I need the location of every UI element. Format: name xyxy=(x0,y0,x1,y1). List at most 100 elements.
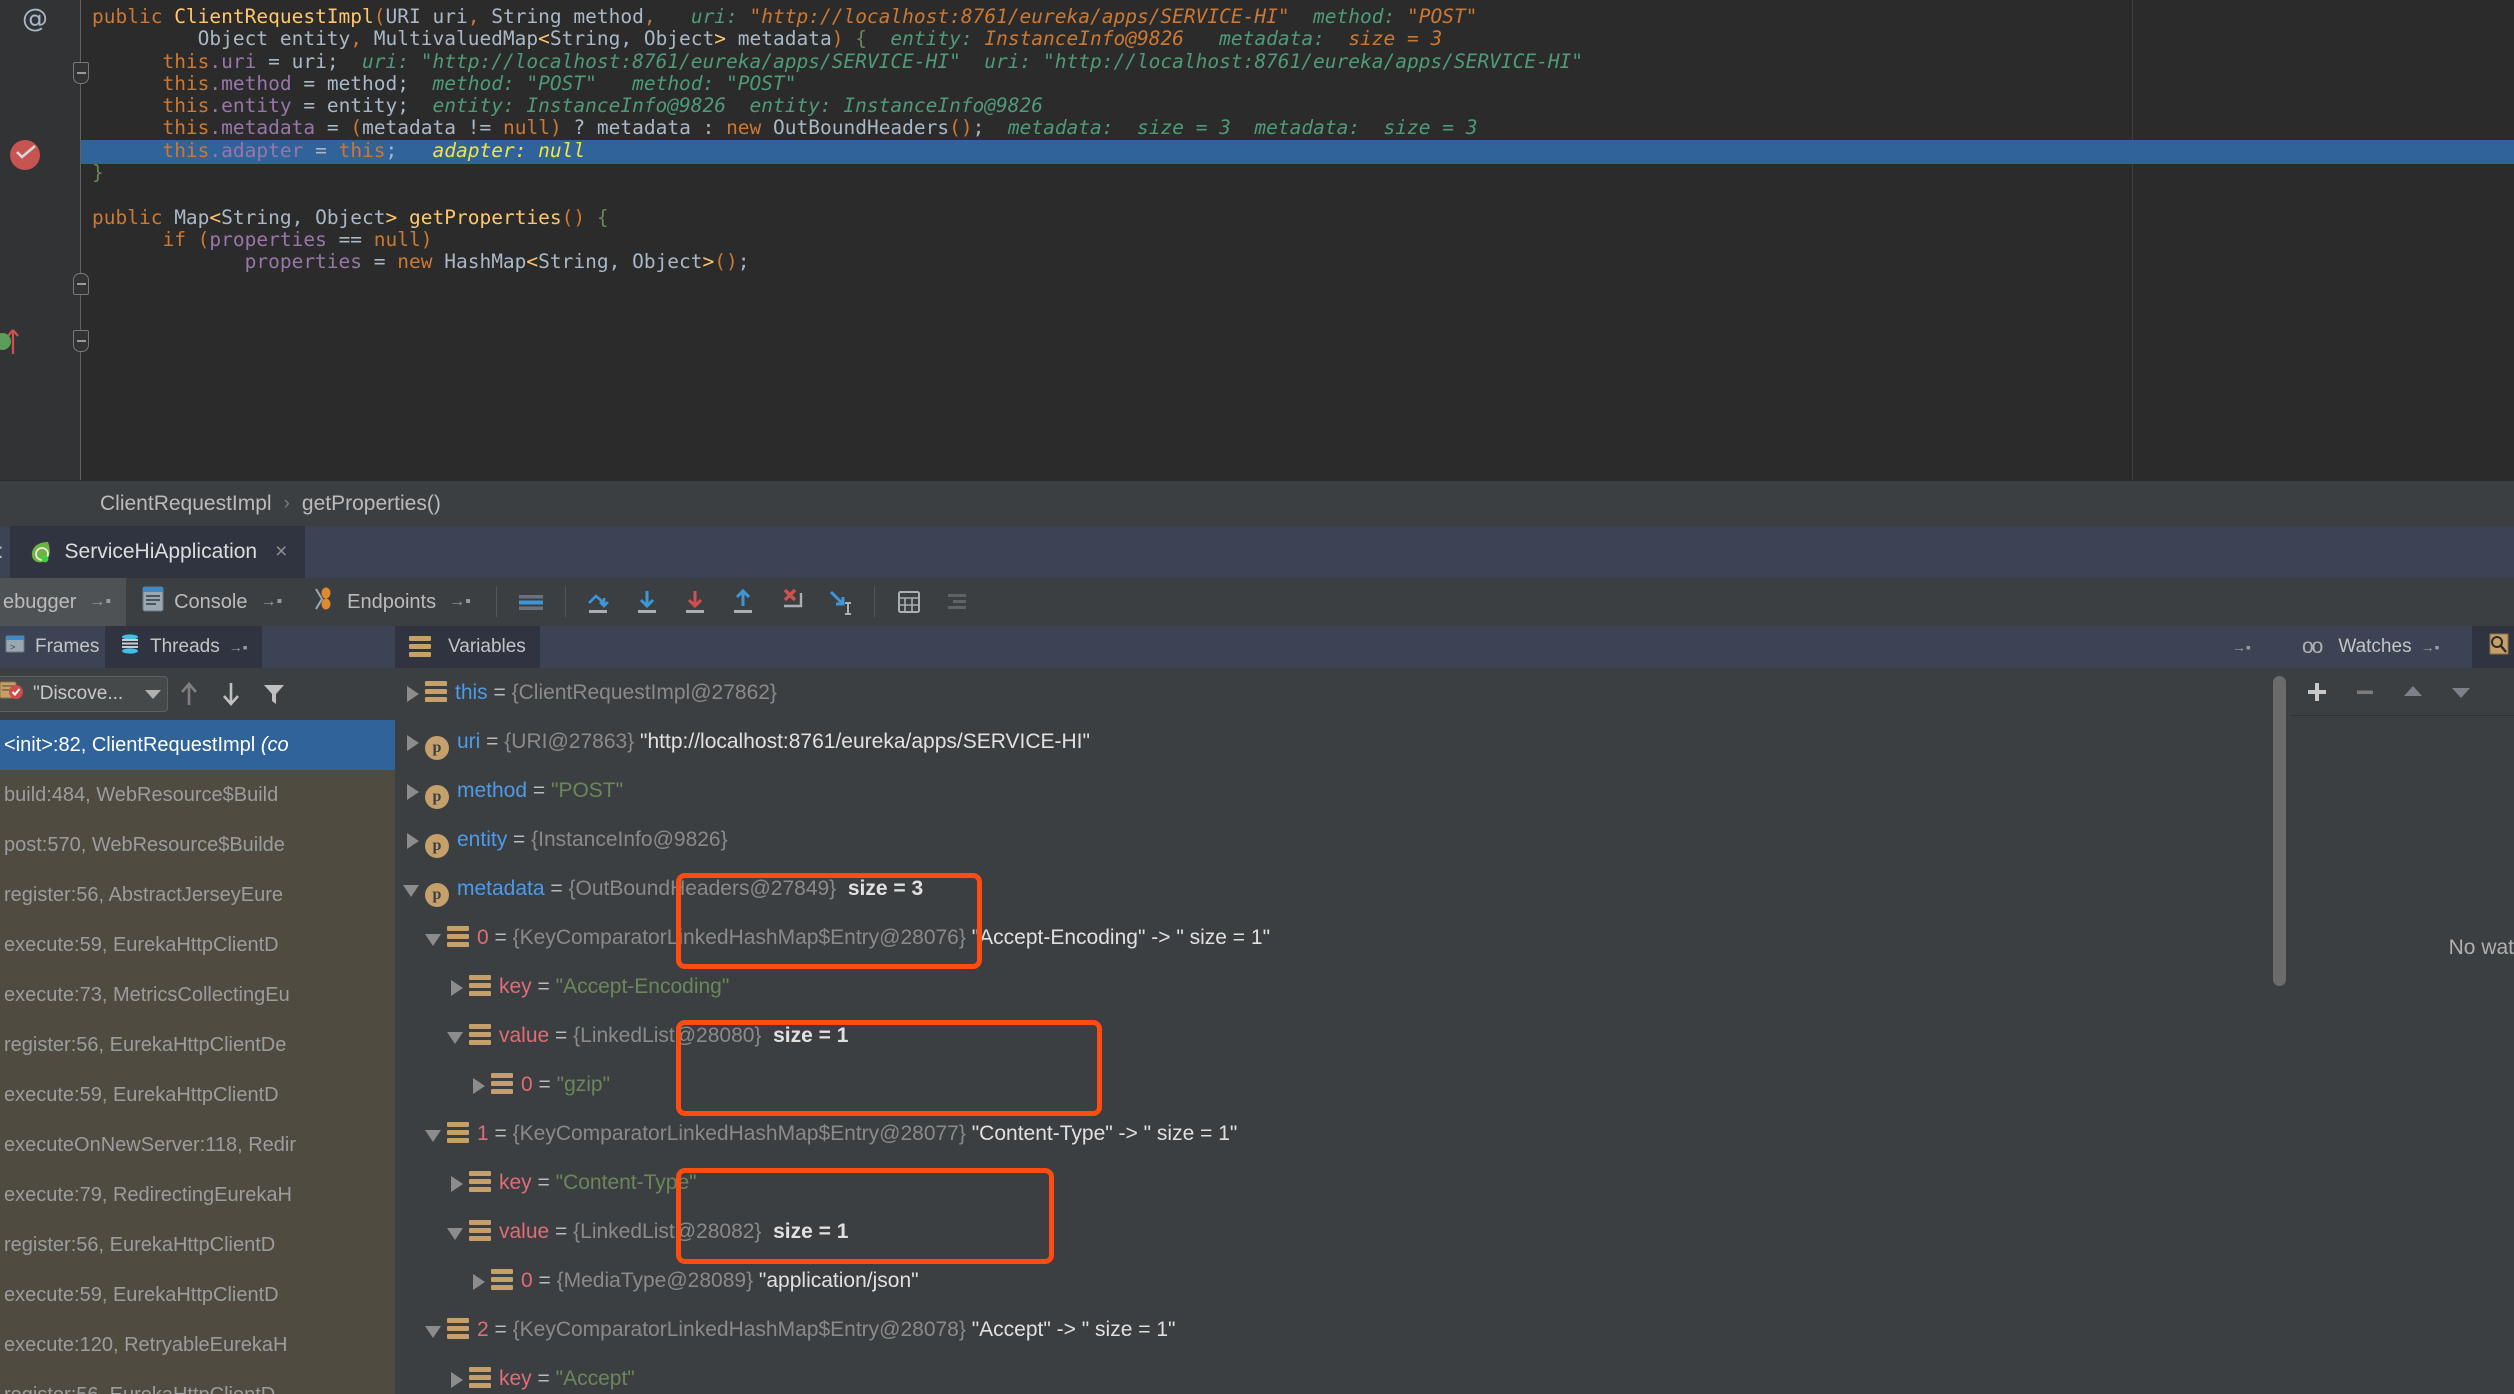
breakpoint-icon[interactable] xyxy=(10,140,40,170)
variable-string-value: "Accept" xyxy=(555,1367,635,1390)
expand-arrow-icon[interactable] xyxy=(469,1256,491,1305)
variables-tree[interactable]: this = {ClientRequestImpl@27862} p uri = {… xyxy=(395,668,2290,1394)
breadcrumb-class[interactable]: ClientRequestImpl xyxy=(100,492,272,516)
variable-row[interactable]: p metadata = {OutBoundHeaders@27849} size… xyxy=(395,864,2290,913)
frame-row[interactable]: execute:79, RedirectingEurekaH xyxy=(0,1170,395,1220)
frame-row[interactable]: execute:59, EurekaHttpClientD xyxy=(0,1270,395,1320)
frame-row[interactable]: execute:120, RetryableEurekaH xyxy=(0,1320,395,1370)
expand-arrow-icon[interactable] xyxy=(447,962,469,1011)
close-icon[interactable]: × xyxy=(275,540,287,564)
override-arrow-icon[interactable] xyxy=(7,327,19,355)
frames-panel[interactable]: "Discove... <init>:82, ClientRequestImpl… xyxy=(0,668,395,1394)
variable-row[interactable]: 2 = {KeyComparatorLinkedHashMap$Entry@28… xyxy=(395,1305,2290,1354)
frame-row[interactable]: execute:59, EurekaHttpClientD xyxy=(0,1070,395,1120)
fold-marker-collapse-3[interactable] xyxy=(73,330,89,352)
tab-endpoints[interactable]: Endpoints →▪ xyxy=(297,578,486,626)
variable-row[interactable]: this = {ClientRequestImpl@27862} xyxy=(395,668,2290,717)
filter-frames-button[interactable] xyxy=(262,681,285,707)
frame-row[interactable]: executeOnNewServer:118, Redir xyxy=(0,1120,395,1170)
run-to-cursor-icon[interactable] xyxy=(823,585,857,619)
frame-row[interactable]: register:56, EurekaHttpClientDe xyxy=(0,1020,395,1070)
move-watch-down-button[interactable] xyxy=(2448,679,2474,705)
code-editor[interactable]: @ public ClientRequestImpl(URI uri, Stri… xyxy=(0,0,2514,480)
variable-row[interactable]: key = "Content-Type" xyxy=(395,1158,2290,1207)
tab-threads[interactable]: Threads →▪ xyxy=(105,626,262,668)
pin-icon[interactable]: →▪ xyxy=(2232,639,2251,655)
tab-console[interactable]: Console →▪ xyxy=(126,578,297,626)
chevron-down-icon[interactable] xyxy=(145,689,162,699)
frame-row[interactable]: execute:73, MetricsCollectingEu xyxy=(0,970,395,1020)
frame-label: execute:59, EurekaHttpClientD xyxy=(4,934,279,956)
expand-arrow-icon[interactable] xyxy=(403,717,425,766)
pin-icon[interactable]: →▪ xyxy=(449,593,471,611)
panel-overflow-pin[interactable]: →▪ xyxy=(2218,626,2265,668)
frame-row[interactable]: register:56, EurekaHttpClientD xyxy=(0,1370,395,1394)
collapse-arrow-icon[interactable] xyxy=(425,1305,447,1354)
inspect-button[interactable] xyxy=(2472,626,2514,668)
tab-debugger[interactable]: ebugger →▪ xyxy=(0,578,127,626)
watches-panel[interactable]: No wat xyxy=(2290,668,2514,1394)
evaluate-expression-icon[interactable] xyxy=(892,585,926,619)
variable-row[interactable]: p uri = {URI@27863} "http://localhost:876… xyxy=(395,717,2290,766)
pin-icon[interactable]: →▪ xyxy=(2421,639,2440,655)
equals-sign: = xyxy=(531,1171,556,1194)
frame-row[interactable]: register:56, AbstractJerseyEure xyxy=(0,870,395,920)
pin-icon[interactable]: →▪ xyxy=(89,593,111,611)
step-out-icon[interactable] xyxy=(727,585,761,619)
expand-arrow-icon[interactable] xyxy=(403,668,425,717)
variable-row[interactable]: 1 = {KeyComparatorLinkedHashMap$Entry@28… xyxy=(395,1109,2290,1158)
variable-row[interactable]: p entity = {InstanceInfo@9826} xyxy=(395,815,2290,864)
force-step-into-icon[interactable] xyxy=(679,585,713,619)
remove-watch-button[interactable] xyxy=(2352,679,2378,705)
frame-row[interactable]: build:484, WebResource$Build xyxy=(0,770,395,820)
fold-marker-collapse-2[interactable] xyxy=(73,273,89,295)
collapse-arrow-icon[interactable] xyxy=(447,1011,469,1060)
editor-gutter[interactable] xyxy=(0,0,80,480)
run-tab-servicehiapplication[interactable]: ServiceHiApplication × xyxy=(9,526,306,578)
next-frame-button[interactable] xyxy=(220,681,242,707)
variable-row[interactable]: 0 = "gzip" xyxy=(395,1060,2290,1109)
expand-arrow-icon[interactable] xyxy=(447,1354,469,1394)
drop-frame-icon[interactable] xyxy=(775,585,809,619)
variable-row[interactable]: value = {LinkedList@28080} size = 1 xyxy=(395,1011,2290,1060)
expand-arrow-icon[interactable] xyxy=(403,815,425,864)
variables-scrollbar[interactable] xyxy=(2273,676,2286,1366)
code-line: this.metadata = (metadata != null) ? met… xyxy=(138,116,1478,140)
frame-row[interactable]: <init>:82, ClientRequestImpl (co xyxy=(0,720,395,770)
tab-variables[interactable]: Variables xyxy=(395,626,540,668)
variable-row[interactable]: value = {LinkedList@28082} size = 1 xyxy=(395,1207,2290,1256)
move-watch-up-button[interactable] xyxy=(2400,679,2426,705)
variable-row[interactable]: p method = "POST" xyxy=(395,766,2290,815)
settings-icon[interactable] xyxy=(940,585,974,619)
fold-marker-collapse-1[interactable] xyxy=(73,62,89,84)
frames-scrollbar[interactable] xyxy=(377,676,390,1386)
variable-row[interactable]: 0 = {MediaType@28089} "application/json" xyxy=(395,1256,2290,1305)
collapse-arrow-icon[interactable] xyxy=(425,1109,447,1158)
pin-icon[interactable]: →▪ xyxy=(260,593,282,611)
frame-row[interactable]: register:56, EurekaHttpClientD xyxy=(0,1220,395,1270)
code-line: public Map<String, Object> getProperties… xyxy=(92,205,609,229)
collapse-arrow-icon[interactable] xyxy=(447,1207,469,1256)
frame-row[interactable]: execute:59, EurekaHttpClientD xyxy=(0,920,395,970)
pin-icon[interactable]: →▪ xyxy=(229,639,248,655)
previous-frame-button[interactable] xyxy=(178,681,200,707)
variable-row[interactable]: key = "Accept-Encoding" xyxy=(395,962,2290,1011)
variable-row[interactable]: key = "Accept" xyxy=(395,1354,2290,1394)
expand-arrow-icon[interactable] xyxy=(403,766,425,815)
code-text[interactable]: public ClientRequestImpl(URI uri, String… xyxy=(92,5,2512,274)
add-watch-button[interactable] xyxy=(2304,679,2330,705)
thread-selector-dropdown[interactable]: "Discove... xyxy=(0,676,169,712)
expand-arrow-icon[interactable] xyxy=(447,1158,469,1207)
frame-row[interactable]: post:570, WebResource$Builde xyxy=(0,820,395,870)
expand-arrow-icon[interactable] xyxy=(469,1060,491,1109)
tab-watches[interactable]: oo Watches →▪ xyxy=(2288,626,2454,668)
step-over-icon[interactable] xyxy=(583,585,617,619)
scrollbar-thumb[interactable] xyxy=(2273,676,2286,986)
variable-row[interactable]: 0 = {KeyComparatorLinkedHashMap$Entry@28… xyxy=(395,913,2290,962)
step-into-icon[interactable] xyxy=(631,585,665,619)
show-execution-point-icon[interactable] xyxy=(514,585,548,619)
collapse-arrow-icon[interactable] xyxy=(425,913,447,962)
breadcrumb-method[interactable]: getProperties() xyxy=(302,492,441,516)
variables-panel[interactable]: this = {ClientRequestImpl@27862} p uri = {… xyxy=(395,668,2290,1394)
collapse-arrow-icon[interactable] xyxy=(403,864,425,913)
